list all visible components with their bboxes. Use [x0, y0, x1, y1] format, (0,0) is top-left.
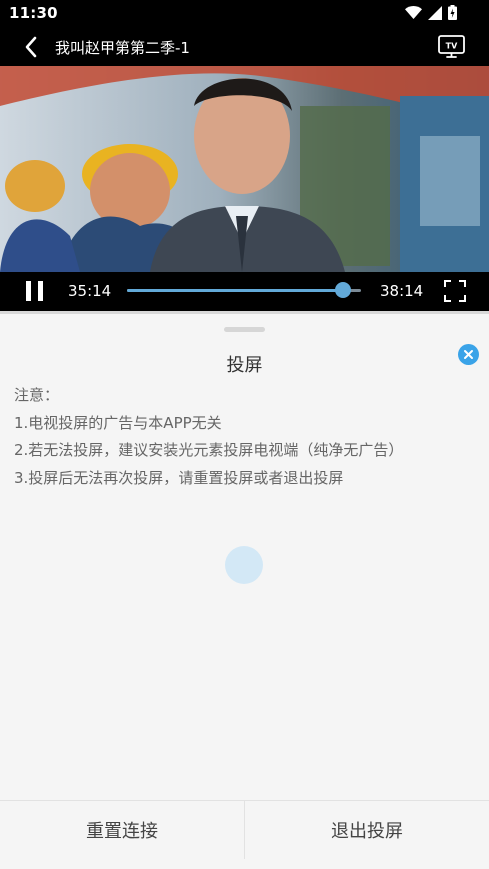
sheet-title: 投屏	[226, 355, 263, 376]
fullscreen-icon	[444, 280, 466, 302]
action-bar: 重置连接 退出投屏	[0, 800, 489, 869]
note-heading: 注意：	[14, 386, 60, 404]
drag-handle[interactable]	[224, 327, 265, 332]
tv-icon-text: TV	[446, 42, 458, 51]
back-button[interactable]	[18, 34, 44, 60]
loading-spinner	[225, 546, 263, 584]
video-frame	[0, 66, 489, 272]
seek-thumb[interactable]	[334, 282, 351, 298]
seek-bar[interactable]	[127, 282, 361, 298]
video-title: 我叫赵甲第第二季-1	[55, 39, 190, 57]
status-bar: 11:30	[0, 0, 489, 26]
wifi-icon	[405, 6, 422, 19]
status-time: 11:30	[9, 4, 58, 22]
cell-signal-icon	[428, 5, 442, 20]
battery-charging-icon	[448, 5, 457, 20]
close-button[interactable]	[458, 344, 479, 365]
reset-connection-button[interactable]: 重置连接	[0, 801, 244, 869]
player-header: 我叫赵甲第第二季-1 TV	[0, 26, 489, 66]
seek-progress	[127, 289, 343, 292]
cast-tv-button[interactable]: TV	[437, 34, 467, 60]
cast-sheet: 投屏 注意： 1.电视投屏的广告与本APP无关 2.若无法投屏，建议安装光元素投…	[0, 314, 489, 869]
current-time: 35:14	[68, 282, 112, 300]
close-icon	[464, 350, 473, 359]
note-item: 1.电视投屏的广告与本APP无关	[14, 413, 222, 432]
note-item: 2.若无法投屏，建议安装光元素投屏电视端（纯净无广告）	[14, 441, 404, 460]
tv-icon: TV	[438, 35, 465, 58]
player-controls: 35:14 38:14	[0, 272, 489, 312]
exit-cast-button[interactable]: 退出投屏	[245, 801, 489, 869]
pause-icon	[26, 281, 43, 301]
video-player[interactable]: 35:14 38:14	[0, 66, 489, 312]
pause-button[interactable]	[25, 280, 45, 302]
chevron-left-icon	[25, 36, 37, 58]
cast-notes: 注意： 1.电视投屏的广告与本APP无关 2.若无法投屏，建议安装光元素投屏电视…	[14, 386, 403, 497]
status-icons	[405, 5, 457, 20]
total-time: 38:14	[380, 282, 424, 300]
fullscreen-button[interactable]	[443, 279, 467, 303]
note-item: 3.投屏后无法再次投屏，请重置投屏或者退出投屏	[14, 469, 344, 488]
